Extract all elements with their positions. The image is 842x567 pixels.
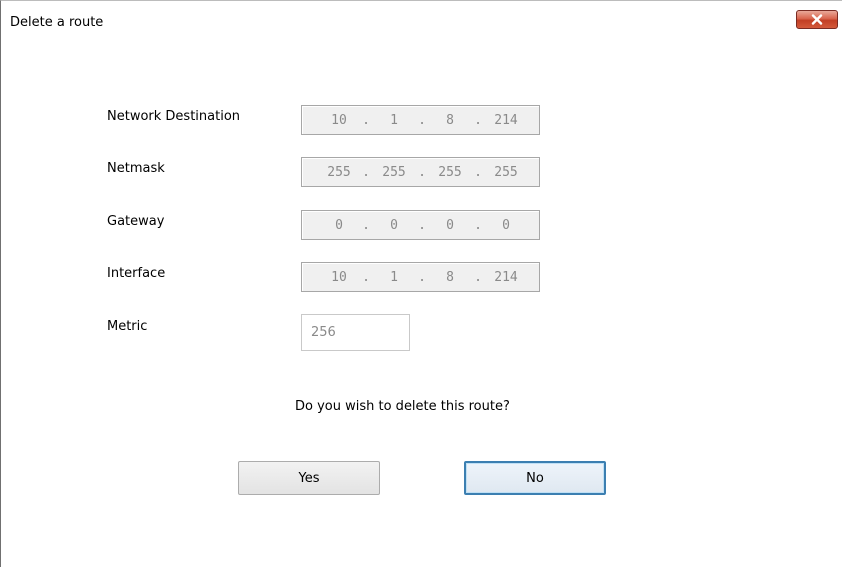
close-button[interactable] xyxy=(796,10,838,29)
delete-route-dialog: Delete a route Network Destination 10 . … xyxy=(0,0,842,567)
title-bar: Delete a route xyxy=(1,1,842,45)
network-destination-field[interactable]: 10 . 1 . 8 . 214 xyxy=(301,105,540,135)
ip-octet[interactable]: 255 xyxy=(319,165,359,180)
ip-dot: . xyxy=(418,218,426,233)
ip-octet[interactable]: 214 xyxy=(486,270,526,285)
ip-octet[interactable]: 0 xyxy=(430,218,470,233)
interface-label: Interface xyxy=(107,266,166,281)
metric-input[interactable]: 256 xyxy=(301,314,410,351)
ip-dot: . xyxy=(474,165,482,180)
ip-dot: . xyxy=(418,270,426,285)
ip-dot: . xyxy=(418,113,426,128)
ip-octet[interactable]: 255 xyxy=(374,165,414,180)
ip-octet[interactable]: 1 xyxy=(374,270,414,285)
interface-field[interactable]: 10 . 1 . 8 . 214 xyxy=(301,262,540,292)
no-button[interactable]: No xyxy=(464,461,606,495)
yes-button[interactable]: Yes xyxy=(238,461,380,495)
ip-octet[interactable]: 214 xyxy=(486,113,526,128)
ip-dot: . xyxy=(362,218,370,233)
ip-octet[interactable]: 1 xyxy=(374,113,414,128)
ip-octet[interactable]: 8 xyxy=(430,270,470,285)
ip-dot: . xyxy=(362,165,370,180)
ip-dot: . xyxy=(474,270,482,285)
ip-dot: . xyxy=(362,113,370,128)
metric-label: Metric xyxy=(107,319,148,334)
confirmation-prompt: Do you wish to delete this route? xyxy=(295,399,510,414)
ip-dot: . xyxy=(362,270,370,285)
gateway-field[interactable]: 0 . 0 . 0 . 0 xyxy=(301,210,540,240)
ip-octet[interactable]: 255 xyxy=(430,165,470,180)
ip-octet[interactable]: 255 xyxy=(486,165,526,180)
netmask-field[interactable]: 255 . 255 . 255 . 255 xyxy=(301,157,540,187)
ip-octet[interactable]: 8 xyxy=(430,113,470,128)
ip-dot: . xyxy=(418,165,426,180)
ip-octet[interactable]: 10 xyxy=(319,113,359,128)
ip-octet[interactable]: 10 xyxy=(319,270,359,285)
ip-dot: . xyxy=(474,218,482,233)
ip-octet[interactable]: 0 xyxy=(374,218,414,233)
netmask-label: Netmask xyxy=(107,161,165,176)
ip-octet[interactable]: 0 xyxy=(319,218,359,233)
window-title: Delete a route xyxy=(10,15,104,30)
ip-dot: . xyxy=(474,113,482,128)
close-icon xyxy=(811,14,823,25)
gateway-label: Gateway xyxy=(107,214,165,229)
network-destination-label: Network Destination xyxy=(107,109,241,124)
ip-octet[interactable]: 0 xyxy=(486,218,526,233)
